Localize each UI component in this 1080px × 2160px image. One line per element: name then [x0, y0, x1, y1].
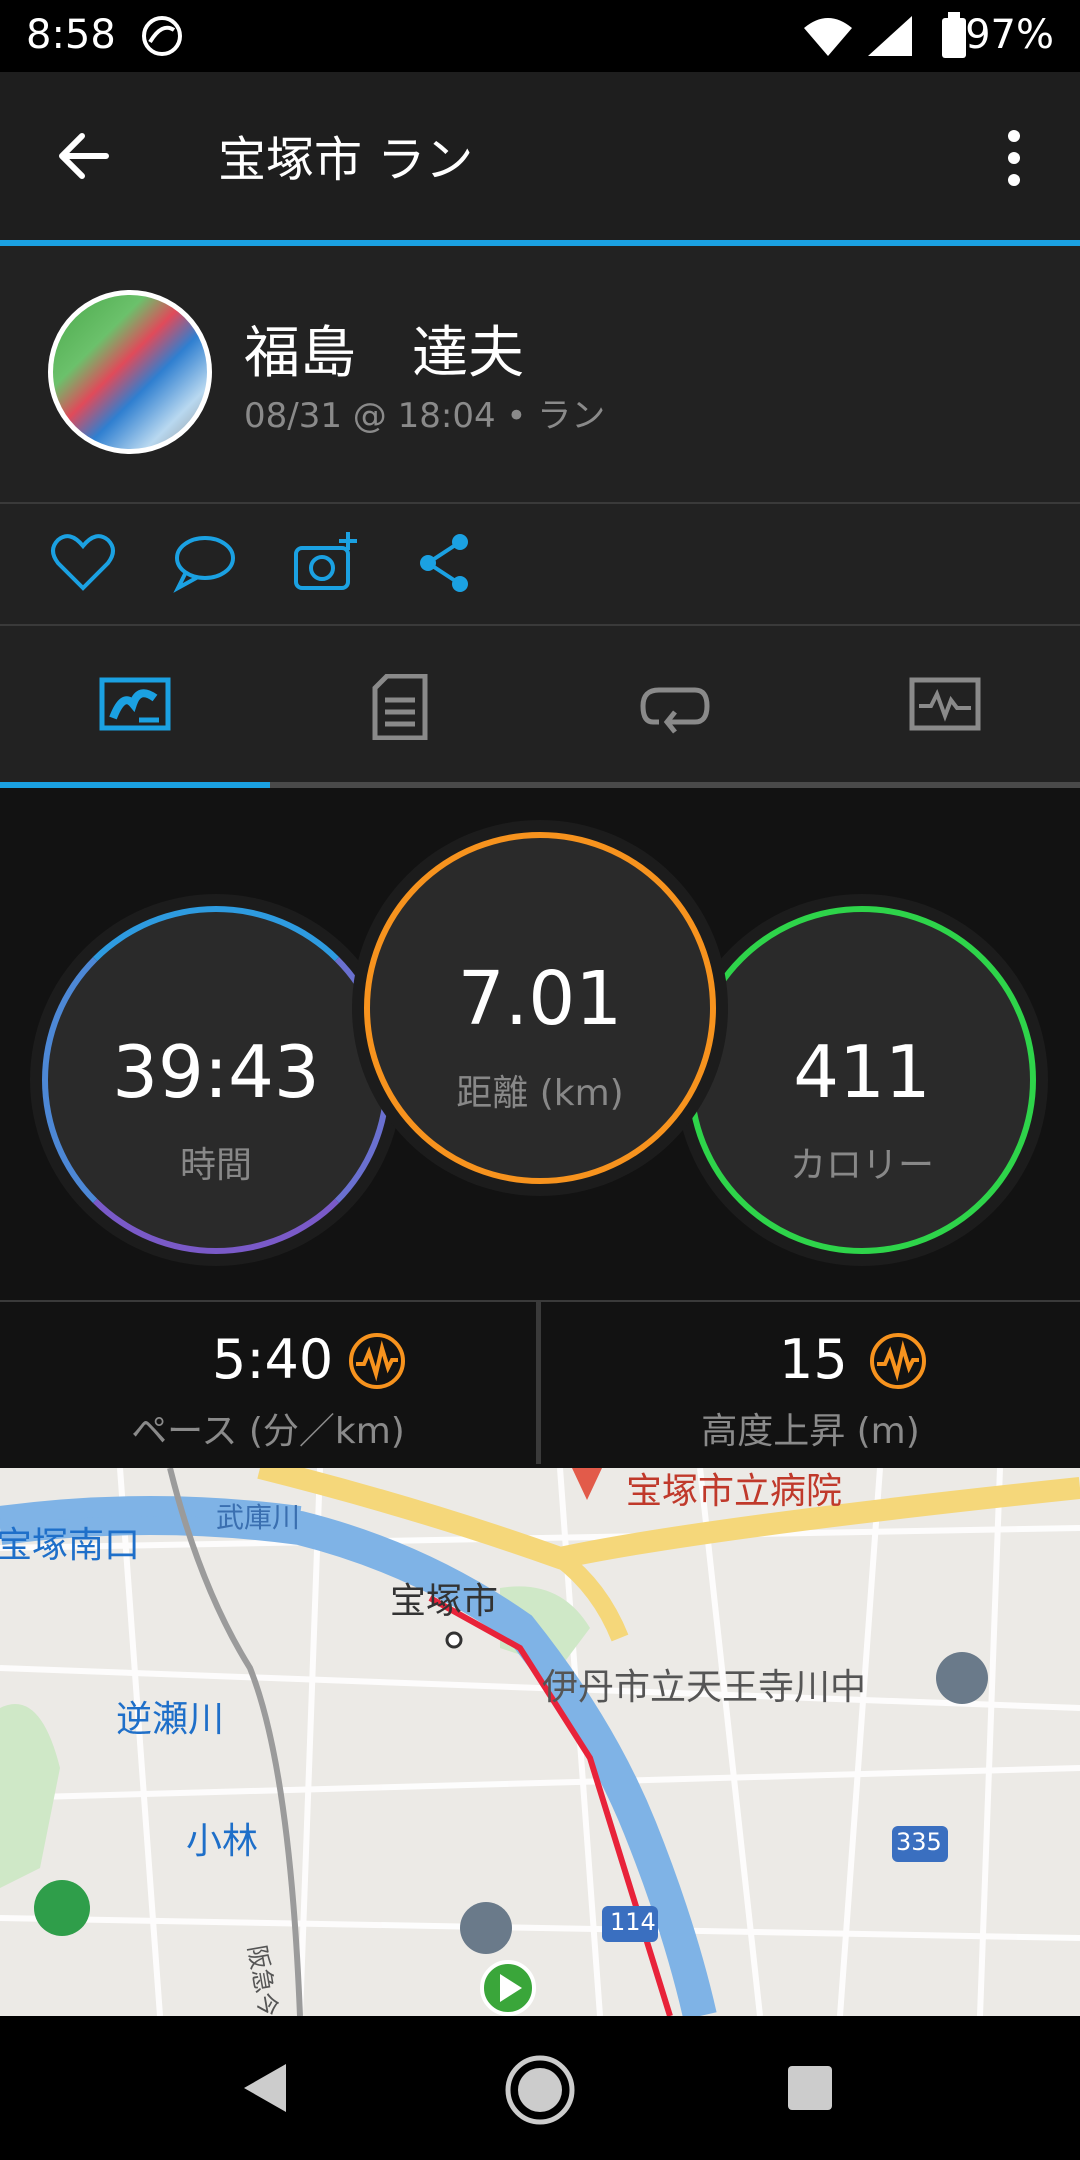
distance-stat: 7.01 距離 (km)	[352, 820, 728, 1196]
user-name: 福島 達夫	[244, 321, 524, 386]
route-map[interactable]: 宝塚市立病院 宝塚南口 武庫川 宝塚市 逆瀬川 伊丹市立天王寺川中 小林 阪急今…	[0, 1468, 1080, 2016]
pace-chart-icon	[349, 1333, 405, 1389]
tab-details[interactable]	[270, 626, 540, 786]
route-shield-335: 335	[896, 1828, 942, 1856]
elevation-label: 高度上昇 (m)	[701, 1411, 920, 1452]
tab-graphs[interactable]	[810, 626, 1080, 786]
nav-home-icon[interactable]	[504, 2054, 576, 2126]
map-label-station-sakasegawa: 逆瀬川	[116, 1699, 225, 1740]
calories-label: カロリー	[789, 1145, 934, 1186]
elevation-chart-icon	[870, 1333, 926, 1389]
action-row	[0, 504, 1080, 626]
activity-meta: 08/31 @ 18:04 • ラン	[244, 396, 606, 436]
battery-percent: 97%	[965, 12, 1054, 58]
tab-laps[interactable]	[540, 626, 810, 786]
map-label-river: 武庫川	[216, 1501, 301, 1534]
page-title: 宝塚市 ラン	[218, 132, 474, 188]
system-nav-bar	[0, 2016, 1080, 2160]
details-icon	[372, 674, 428, 740]
status-bar: 8:58 97%	[0, 0, 1080, 72]
time-label: 時間	[179, 1145, 252, 1186]
distance-ring: 7.01 距離 (km)	[364, 832, 716, 1184]
map-base	[0, 1468, 1080, 2016]
map-label-hospital: 宝塚市立病院	[626, 1471, 843, 1512]
time-stat: 39:43 時間	[30, 894, 402, 1266]
map-label-school: 伊丹市立天王寺川中	[542, 1667, 867, 1708]
add-photo-icon[interactable]	[290, 528, 360, 598]
calories-value: 411	[793, 1030, 931, 1114]
signal-icon	[868, 16, 912, 56]
nav-recents-icon[interactable]	[786, 2064, 834, 2112]
wifi-icon	[804, 18, 852, 56]
map-label-station-obayashi: 小林	[186, 1821, 259, 1862]
distance-value: 7.01	[457, 956, 623, 1042]
summary-stats: 39:43 時間 411 カロリー 7.01 距離 (km)	[0, 788, 1080, 1300]
avatar[interactable]	[48, 290, 212, 454]
app-bar: 宝塚市 ラン	[0, 72, 1080, 240]
more-options-icon[interactable]	[1000, 128, 1028, 188]
pace-metric[interactable]: 5:40 ペース (分／km)	[0, 1302, 536, 1466]
comment-icon[interactable]	[168, 528, 238, 598]
elevation-metric[interactable]: 15 高度上昇 (m)	[541, 1302, 1080, 1466]
graph-icon	[909, 677, 981, 731]
distance-label: 距離 (km)	[456, 1073, 624, 1114]
route-shield-114: 114	[610, 1908, 656, 1936]
time-value: 39:43	[112, 1030, 320, 1114]
calories-stat: 411 カロリー	[676, 894, 1048, 1266]
share-icon[interactable]	[410, 528, 480, 598]
app-notification-icon	[142, 16, 182, 56]
status-time: 8:58	[26, 12, 116, 58]
battery-icon	[942, 12, 966, 58]
laps-icon	[640, 687, 710, 734]
pace-value: 5:40	[212, 1328, 334, 1391]
map-label-station-takarazuka-minamiguchi: 宝塚南口	[0, 1525, 141, 1566]
back-arrow-icon[interactable]	[54, 126, 114, 186]
nav-back-icon[interactable]	[238, 2060, 294, 2116]
metrics-divider	[536, 1300, 541, 1464]
activity-owner: 福島 達夫 08/31 @ 18:04 • ラン	[0, 246, 1080, 504]
tab-bar	[0, 626, 1080, 786]
calories-ring: 411 カロリー	[688, 906, 1036, 1254]
map-label-city: 宝塚市	[390, 1581, 499, 1622]
tab-overview[interactable]	[0, 626, 270, 786]
like-heart-icon[interactable]	[48, 528, 118, 598]
pace-label: ペース (分／km)	[131, 1411, 405, 1452]
time-ring: 39:43 時間	[42, 906, 390, 1254]
elevation-value: 15	[779, 1328, 848, 1391]
overview-icon	[99, 677, 171, 731]
